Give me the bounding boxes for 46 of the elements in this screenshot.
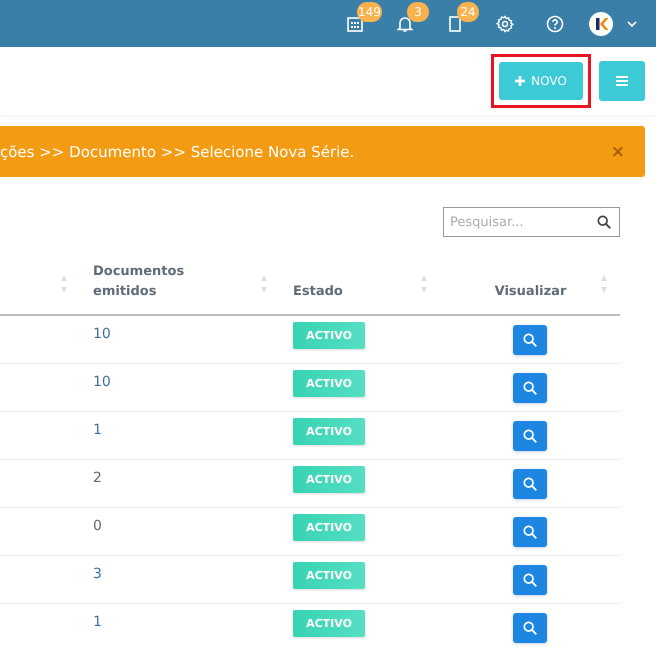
search-field[interactable]: Pesquisar... <box>443 207 620 237</box>
view-button[interactable] <box>513 421 547 451</box>
search-icon <box>523 621 537 635</box>
notification-badge: 24 <box>457 2 479 22</box>
document-count[interactable]: 10 <box>93 326 111 342</box>
status-badge: ACTIVO <box>293 322 365 349</box>
document-count[interactable]: 1 <box>93 422 102 438</box>
column-header[interactable]: Visualizar <box>494 282 566 302</box>
plus-icon <box>515 76 526 86</box>
calendar-icon[interactable] <box>346 14 364 32</box>
view-button[interactable] <box>513 325 547 355</box>
document-count: 2 <box>93 470 102 486</box>
status-badge: ACTIVO <box>293 370 365 397</box>
view-button[interactable] <box>513 517 547 547</box>
view-button[interactable] <box>513 373 547 403</box>
status-badge: ACTIVO <box>293 466 365 493</box>
status-badge: ACTIVO <box>293 514 365 541</box>
user-avatar[interactable] <box>588 10 614 36</box>
search-icon <box>523 429 537 443</box>
view-button[interactable] <box>513 469 547 499</box>
search-icon <box>523 525 537 539</box>
search-icon <box>597 215 611 229</box>
status-badge: ACTIVO <box>293 610 365 637</box>
search-icon <box>523 381 537 395</box>
menu-icon <box>616 76 628 86</box>
view-button[interactable] <box>513 565 547 595</box>
document-count[interactable]: 3 <box>93 566 102 582</box>
search-icon <box>523 333 537 347</box>
view-button[interactable] <box>513 613 547 643</box>
help-icon[interactable] <box>546 14 564 32</box>
search-icon <box>523 573 537 587</box>
status-badge: ACTIVO <box>293 418 365 445</box>
search-icon <box>523 477 537 491</box>
alert-text: ções >> Documento >> Selecione Nova Série. <box>0 142 354 160</box>
column-header[interactable]: Documentos emitidos <box>93 262 203 302</box>
notification-badge: 3 <box>407 2 429 22</box>
document-count[interactable]: 10 <box>93 374 111 390</box>
menu-button[interactable] <box>599 61 645 101</box>
document-count[interactable]: 1 <box>93 614 102 630</box>
settings-icon[interactable] <box>496 14 514 32</box>
notification-badge: 149 <box>357 2 382 22</box>
document-icon[interactable] <box>446 14 464 32</box>
document-count: 0 <box>93 518 102 534</box>
bell-icon[interactable] <box>396 14 414 32</box>
column-header[interactable]: Estado <box>293 282 343 302</box>
status-badge: ACTIVO <box>293 562 365 589</box>
